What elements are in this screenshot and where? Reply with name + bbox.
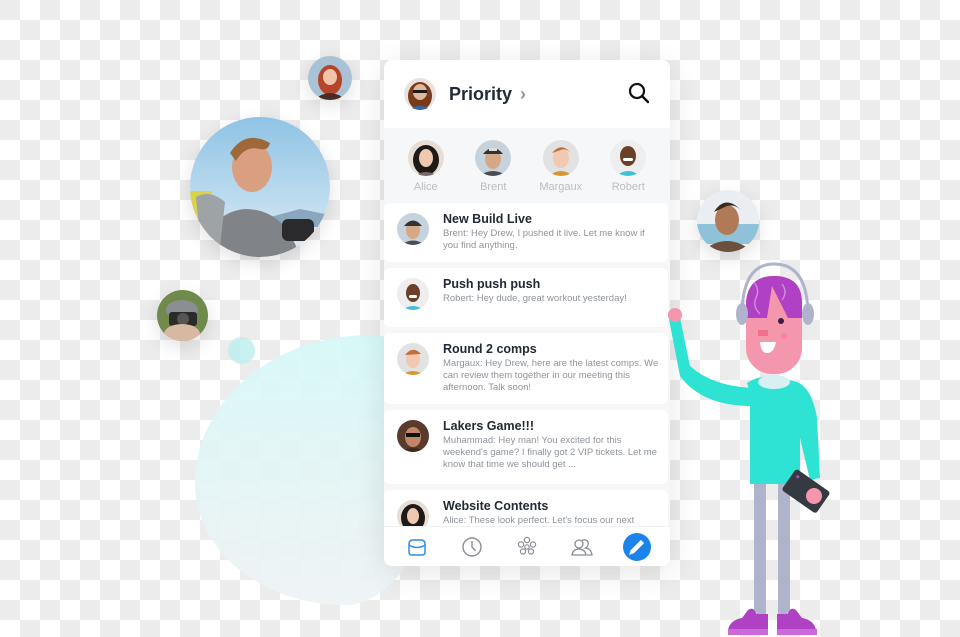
decorative-dot [228,337,255,364]
avatar [542,140,579,176]
tab-inbox[interactable] [403,533,431,561]
message-item[interactable]: New Build Live Brent: Hey Drew, I pushed… [384,203,668,262]
avatar [475,140,512,176]
message-subject: New Build Live [443,212,532,226]
user-avatar[interactable] [404,78,436,110]
clock-icon [462,536,482,557]
tab-recent[interactable] [458,533,486,561]
avatar [397,420,429,452]
compose-circle [622,532,651,561]
right-hand [806,488,822,504]
right-leg [778,483,790,618]
favorite-brent[interactable]: Brent [463,140,523,200]
floating-avatar-photographer [157,290,208,341]
waving-hand [668,308,682,322]
tab-contacts[interactable] [568,533,596,561]
favorite-name: Robert [611,181,645,193]
message-list: New Build Live Brent: Hey Drew, I pushed… [384,203,670,528]
message-item[interactable]: Round 2 comps Margaux: Hey Drew, here ar… [384,333,668,404]
pencil-icon [628,539,644,555]
avatar [397,278,429,310]
floating-avatar-redhead [308,56,352,100]
message-preview: Brent: Hey Drew, I pushed it live. Let m… [443,228,645,251]
avatar [407,140,444,176]
groups-icon [517,536,537,555]
contacts-icon [571,538,593,556]
message-subject: Push push push [443,277,541,291]
message-preview: Robert: Hey dude, great workout yesterda… [443,293,627,304]
tab-groups[interactable] [513,533,541,561]
message-subject: Round 2 comps [443,342,537,356]
favorite-robert[interactable]: Robert [598,140,658,200]
message-subject: Lakers Game!!! [443,419,535,433]
shirt [747,376,820,484]
avatar [610,140,647,176]
favorite-name: Margaux [539,181,583,193]
message-item[interactable]: Lakers Game!!! Muhammad: Hey man! You ex… [384,410,668,484]
avatar [397,213,429,245]
favorite-name: Alice [413,181,438,193]
favorite-name: Brent [480,181,507,193]
app-window: Priority › Alice Brent Margaux Robert Ne… [384,60,670,566]
floating-avatar-hiker [190,117,330,257]
message-preview: Margaux: Hey Drew, here are the latest c… [443,358,659,393]
inbox-icon [408,538,427,556]
compose-button[interactable] [622,532,651,561]
message-preview: Muhammad: Hey man! You excited for this … [443,435,657,470]
chevron-right-icon[interactable]: › [520,84,526,105]
search-icon[interactable] [628,82,650,104]
left-leg [754,483,766,618]
page-title[interactable]: Priority [449,84,512,105]
tab-bar [384,526,670,566]
favorite-alice[interactable]: Alice [396,140,456,200]
favorite-margaux[interactable]: Margaux [531,140,591,200]
message-subject: Website Contents [443,499,549,513]
favorites-row: Alice Brent Margaux Robert [384,128,670,200]
header: Priority › [384,60,670,128]
message-item[interactable]: Website Contents Alice: These look perfe… [384,490,668,528]
waving-arm [668,313,752,406]
eye [778,318,784,324]
avatar [397,500,429,528]
floating-avatar-beach-man [697,190,759,252]
avatar [397,343,429,375]
message-item[interactable]: Push push push Robert: Hey dude, great w… [384,268,668,327]
character-illustration [668,262,830,635]
